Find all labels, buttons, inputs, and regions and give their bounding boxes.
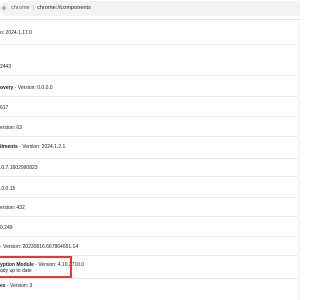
row-divider (0, 236, 300, 237)
row-divider (0, 176, 300, 177)
component-line: 2443 (0, 64, 11, 71)
component-line: ersion: 63 (0, 125, 22, 132)
component-line: .0.7.1602990823 (0, 165, 38, 172)
highlight-box (0, 256, 72, 278)
address-bar[interactable]: chrome | chrome://components (0, 1, 300, 16)
component-line: o: 2024.1.17.0 (0, 30, 32, 37)
scrollbar[interactable] (298, 20, 300, 300)
component-line: overy - Version: 0.0.0.0 (0, 85, 53, 92)
chrome-logo-icon (0, 4, 8, 12)
component-line: 617 (0, 105, 8, 112)
component-line: ersion: 432 (0, 205, 25, 212)
row-divider (0, 136, 300, 137)
component-version: ersion: 63 (0, 125, 22, 131)
component-line: - Version: 20230816.667864661.14 (0, 244, 78, 251)
row-divider (0, 96, 300, 97)
row-divider (0, 278, 300, 279)
url-path-text: chrome://components (37, 5, 91, 11)
component-line: itments - Version: 2024.1.2.1 (0, 144, 65, 151)
component-version: o: 2024.1.17.0 (0, 30, 32, 36)
url-scheme-label: chrome (11, 5, 30, 11)
component-version: 2443 (0, 64, 12, 70)
row-divider (0, 75, 300, 76)
component-version: - Version: 0.0.0.0 (13, 85, 53, 91)
component-version: - Version: 3 (5, 283, 33, 289)
row-divider (0, 197, 300, 198)
row-divider (0, 116, 300, 117)
component-version: .0.0.15 (0, 186, 16, 192)
component-name: itments (0, 144, 18, 150)
component-version: - Version: 20230816.667864661.14 (0, 244, 79, 250)
url-separator: | (32, 5, 35, 11)
component-name: overy (0, 85, 14, 91)
component-version: .0.7.1602990823 (0, 165, 38, 171)
component-version: ersion: 432 (0, 205, 25, 211)
address-bar-url[interactable]: chrome | chrome://components (11, 4, 91, 13)
row-divider (0, 44, 300, 45)
component-line: es - Version: 3 (0, 283, 32, 290)
component-version: - Version: 2024.1.2.1 (17, 144, 66, 150)
component-line: 0.249 (0, 225, 13, 232)
component-version: 0.249 (0, 225, 13, 231)
component-line: .0.0.15 (0, 186, 15, 193)
row-divider (0, 158, 300, 159)
browser-toolbar: chrome | chrome://components (0, 0, 300, 20)
component-version: 617 (0, 105, 9, 111)
row-divider (0, 216, 300, 217)
